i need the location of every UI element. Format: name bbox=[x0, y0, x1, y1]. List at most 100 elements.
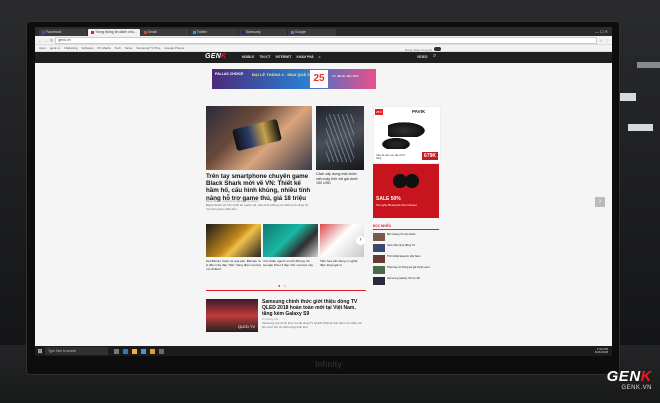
story-thumb[interactable] bbox=[206, 224, 261, 257]
chrome-icon[interactable] bbox=[150, 348, 155, 354]
ceiling-light bbox=[637, 62, 660, 68]
browser-tab-active[interactable]: Trong thông tin dành cho... bbox=[88, 29, 140, 36]
most-read-heading: ĐỌC NHIỀU bbox=[373, 224, 439, 230]
bookmark[interactable]: Marketing bbox=[64, 45, 77, 51]
tab-label: Facebook bbox=[46, 30, 62, 34]
app-icon[interactable] bbox=[159, 348, 164, 354]
hero-image[interactable] bbox=[206, 106, 312, 170]
list-thumb bbox=[373, 244, 385, 252]
story-thumb[interactable] bbox=[263, 224, 318, 257]
hero-sapo: Black Shark sở hữu thiết kế mạnh mẽ, cấu… bbox=[206, 203, 309, 211]
side-story-image[interactable] bbox=[316, 106, 364, 170]
url-input[interactable]: genk.vn bbox=[55, 36, 598, 44]
browser-tab[interactable]: Google bbox=[287, 29, 336, 36]
clock-date: 4/24/2018 bbox=[594, 350, 608, 354]
site-header: GENK MOBILE TIN ICT INTERNET KHÁM PHÁ ≡ … bbox=[35, 52, 612, 63]
task-view-icon[interactable] bbox=[114, 348, 119, 354]
hamburger-icon[interactable]: ≡ bbox=[319, 55, 321, 59]
list-item[interactable]: Bùi Hoàng Vũ cán đoán bbox=[373, 233, 439, 241]
bookmark[interactable]: News bbox=[125, 45, 133, 51]
windows-taskbar: ⊞ Type here to search 1:52 PM 4/24/2018 bbox=[35, 346, 612, 356]
reload-icon[interactable]: ↻ bbox=[50, 38, 53, 43]
menu-item-video[interactable]: VIDEO bbox=[417, 55, 428, 59]
ad-brand: PAVIK bbox=[412, 109, 426, 114]
scroll-next-icon[interactable]: › bbox=[595, 197, 605, 207]
address-bar: ← → ↻ genk.vn ☆ ⋮ bbox=[35, 36, 612, 45]
list-item[interactable]: Siêu Việt cộng đồng TV bbox=[373, 244, 439, 252]
back-icon[interactable]: ← bbox=[38, 38, 42, 43]
favicon-icon bbox=[42, 30, 45, 34]
search-icon[interactable]: ⌕ bbox=[433, 53, 436, 60]
banner-sub: Ưu đãi lên đến 50% bbox=[332, 74, 359, 78]
story-caption[interactable]: Với nhiều người so bởi iPhone rồi Google… bbox=[263, 259, 318, 268]
ad-pavik[interactable]: 25% PAVIK Giày da nam cao cấp chính hãng… bbox=[373, 106, 441, 164]
carousel-next-icon[interactable]: › bbox=[356, 236, 365, 245]
list-item-text: Samsung Galaxy S9 ra mắt bbox=[387, 277, 420, 280]
story-caption[interactable]: Tiền hoa văn động vì nghĩa điện thoại gi… bbox=[320, 259, 364, 268]
ad-sale-sub: Tai nghe Bluetooth Sennheiser bbox=[376, 203, 417, 207]
list-item[interactable]: Samsung Galaxy S9 ra mắt bbox=[373, 277, 439, 285]
taskbar-apps bbox=[114, 348, 164, 354]
browser-tab[interactable]: Facebook bbox=[39, 29, 87, 36]
banner-headline: ĐẠI LỄ THÁNG 4 - MUA QUÀ SANG bbox=[252, 72, 319, 77]
forward-icon[interactable]: → bbox=[44, 38, 48, 43]
store-icon[interactable] bbox=[141, 348, 146, 354]
bookmark[interactable]: Tech bbox=[115, 45, 121, 51]
login-link[interactable]: Đăng nhập với genk bbox=[405, 48, 432, 52]
phone-graphic bbox=[232, 118, 282, 152]
browser-tab-bar: Facebook Trong thông tin dành cho... Gma… bbox=[35, 27, 612, 36]
favicon-icon bbox=[241, 30, 245, 34]
genk-watermark: GENK GENK.VN bbox=[607, 368, 652, 391]
section-divider bbox=[206, 290, 366, 291]
list-thumb bbox=[373, 277, 385, 285]
ad-banner[interactable]: PALLAS CHOICE ĐẠI LỄ THÁNG 4 - MUA QUÀ S… bbox=[212, 69, 376, 89]
edge-icon[interactable] bbox=[123, 348, 128, 354]
menu-item-internet[interactable]: INTERNET bbox=[276, 55, 292, 59]
favicon-icon bbox=[143, 30, 147, 34]
monitor-brand: Infinity bbox=[315, 360, 343, 369]
bookmark[interactable]: Samsung TV Plus bbox=[136, 45, 160, 51]
folder-icon[interactable] bbox=[132, 348, 137, 354]
carousel-dots[interactable]: ● ○ bbox=[278, 283, 287, 288]
bookmark[interactable]: PC Media bbox=[97, 45, 110, 51]
taskbar-search-input[interactable]: Type here to search bbox=[45, 347, 108, 355]
list-thumb bbox=[373, 255, 385, 263]
most-read-list: ĐỌC NHIỀU Bùi Hoàng Vũ cán đoán Siêu Việ… bbox=[373, 224, 439, 285]
tab-label: Google bbox=[294, 30, 307, 34]
side-story-title[interactable]: Cách xây dựng một chiếc xiếc máy tính vớ… bbox=[316, 172, 364, 186]
watermark-url: GENK.VN bbox=[621, 385, 652, 391]
story-caption[interactable]: Giá Bitcoin Cash lọt quá sàn, Bitmain ra… bbox=[206, 259, 261, 272]
bookmark[interactable]: Apps bbox=[39, 45, 46, 51]
news-image[interactable]: QLED TV bbox=[206, 299, 258, 332]
browser-tab[interactable]: Twitter bbox=[189, 29, 238, 36]
bookmark[interactable]: genk.vn bbox=[50, 45, 61, 51]
menu-item-kham-pha[interactable]: KHÁM PHÁ bbox=[297, 55, 314, 59]
news-sapo: Samsung vừa chính thức ra mắt dòng TV QL… bbox=[262, 321, 362, 329]
list-item-text: Bùi Hoàng Vũ cán đoán bbox=[387, 233, 416, 236]
browser-tab[interactable]: Samsung bbox=[238, 29, 287, 36]
list-item[interactable]: Phát hay từ thông số giá Pixel Land bbox=[373, 266, 439, 274]
hero-title[interactable]: Trên tay smartphone chuyên game Black Sh… bbox=[206, 173, 312, 202]
bookmark[interactable]: Google Photos bbox=[164, 45, 184, 51]
list-item[interactable]: Thời khắc Esports Việt Nam bbox=[373, 255, 439, 263]
window-controls[interactable]: — ☐ ✕ bbox=[595, 27, 612, 36]
news-title[interactable]: Samsung chính thức giới thiệu dòng TV QL… bbox=[262, 299, 366, 317]
shoe-image bbox=[380, 137, 412, 149]
ad-sale[interactable]: SALE 50% Tai nghe Bluetooth Sennheiser bbox=[373, 164, 439, 218]
system-tray[interactable]: 1:52 PM 4/24/2018 bbox=[594, 347, 612, 355]
site-logo[interactable]: GENK bbox=[205, 53, 226, 60]
ad-sale-headline: SALE 50% bbox=[376, 196, 401, 202]
menu-item-tin-ict[interactable]: TIN ICT bbox=[259, 55, 270, 59]
menu-icon[interactable]: ⋮ bbox=[605, 38, 609, 43]
start-button[interactable]: ⊞ bbox=[35, 348, 45, 355]
dark-mode-toggle[interactable] bbox=[434, 47, 441, 51]
list-item-text: Thời khắc Esports Việt Nam bbox=[387, 255, 421, 258]
browser-tab[interactable]: Gmail bbox=[140, 29, 189, 36]
ad-text: Giày da nam cao cấp chính hãng bbox=[376, 154, 406, 160]
shoe-image bbox=[388, 121, 428, 137]
menu-item-mobile[interactable]: MOBILE bbox=[242, 55, 254, 59]
star-icon[interactable]: ☆ bbox=[599, 38, 603, 43]
bookmarks-bar: Apps genk.vn Marketing Software PC Media… bbox=[35, 45, 612, 52]
bookmark[interactable]: Software bbox=[82, 45, 94, 51]
list-thumb bbox=[373, 266, 385, 274]
